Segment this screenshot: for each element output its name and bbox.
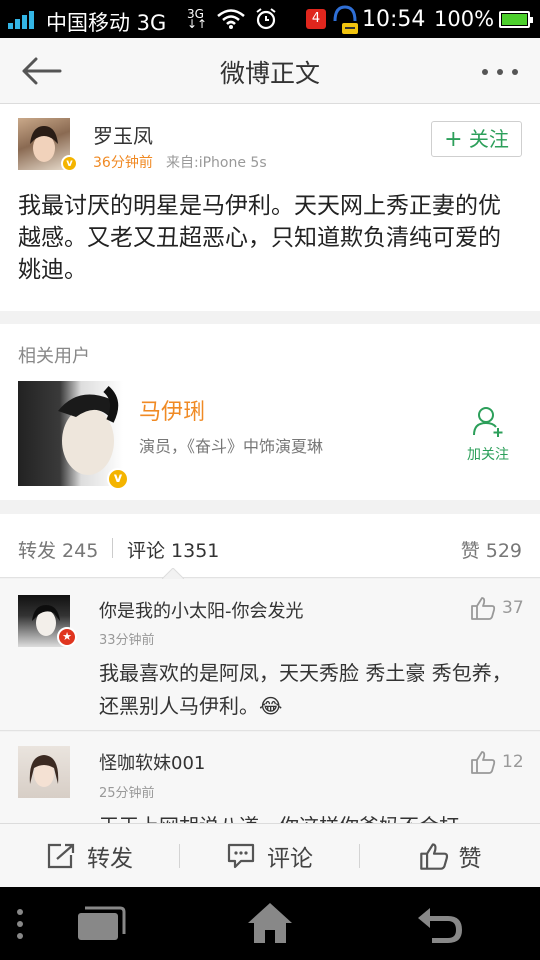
bottom-action-bar: 转发 评论 赞 <box>0 823 540 887</box>
alarm-icon <box>256 8 276 30</box>
tab-likes[interactable]: 赞 529 <box>461 536 522 563</box>
post-source: 来自:iPhone 5s <box>166 155 267 171</box>
home-icon[interactable] <box>246 901 294 945</box>
comment-text: 天天上网胡说八道，你这样你爸妈不会打 <box>99 810 517 823</box>
thumbs-up-icon <box>419 843 448 870</box>
add-follow-label: 加关注 <box>467 447 509 463</box>
battery-icon <box>499 11 533 28</box>
page-title: 微博正文 <box>219 59 320 88</box>
comment-item: 怪咖软妹001 25分钟前 12 天天上网胡说八道，你这样你爸妈不会打 <box>0 732 540 823</box>
related-verified-badge-icon: v <box>107 468 129 490</box>
tab-repost[interactable]: 转发 245 <box>18 536 98 563</box>
comment-text: 我最喜欢的是阿凤，天天秀脸 秀土豪 秀包养，还黑别人马伊利。😂 <box>99 661 512 718</box>
battery-percent: 100% <box>434 7 495 31</box>
stats-tabs: 转发 245 评论 1351 赞 529 <box>0 514 540 579</box>
back-icon[interactable] <box>414 904 464 944</box>
wifi-icon <box>217 9 245 29</box>
menu-icon[interactable] <box>14 907 26 941</box>
comment-like-button[interactable]: 12 <box>470 749 524 775</box>
status-bar: 中国移动 3G 3G ↓↑ 4 10:54 100% <box>0 0 540 38</box>
plus-icon: + <box>444 127 463 152</box>
member-badge-icon: ★ <box>57 627 77 647</box>
recent-apps-icon[interactable] <box>76 904 126 942</box>
notification-badge: 4 <box>306 9 326 29</box>
tab-divider <box>112 538 113 558</box>
section-title: 相关用户 <box>18 346 90 367</box>
add-follow-button[interactable]: 加关注 <box>460 404 516 464</box>
signal-strength-icon <box>8 9 40 29</box>
comment-icon <box>227 843 255 869</box>
comment-time: 25分钟前 <box>99 786 155 801</box>
comment-time: 33分钟前 <box>99 633 155 648</box>
related-user-description: 演员，《奋斗》中饰演夏琳 <box>139 437 324 456</box>
system-nav-bar <box>0 887 540 960</box>
comment-item: ★ 你是我的小太阳-你会发光 33分钟前 37 我最喜欢的是阿凤，天天秀脸 秀土… <box>0 579 540 731</box>
related-user-avatar[interactable] <box>18 381 123 486</box>
repost-icon <box>47 843 75 869</box>
active-tab-indicator <box>162 568 184 579</box>
comment-button[interactable]: 评论 <box>180 824 360 888</box>
comment-like-count: 12 <box>502 752 524 772</box>
comment-like-count: 37 <box>502 598 524 618</box>
clock: 10:54 <box>362 7 426 32</box>
tab-comments[interactable]: 评论 1351 <box>127 536 219 563</box>
post-text: 我最讨厌的明星是马伊利。天天网上秀正妻的优越感。又老又丑超恶心，只知道欺负清纯可… <box>18 193 501 283</box>
add-user-icon <box>473 407 503 437</box>
title-bar: 微博正文 <box>0 38 540 104</box>
commenter-name[interactable]: 你是我的小太阳-你会发光 <box>99 597 304 623</box>
comment-like-button[interactable]: 37 <box>470 595 524 621</box>
related-users-card: 相关用户 v 马伊琍 演员，《奋斗》中饰演夏琳 加关注 <box>0 324 540 500</box>
carrier-label: 中国移动 3G <box>46 11 167 35</box>
repost-button[interactable]: 转发 <box>0 824 180 888</box>
more-options-icon[interactable] <box>481 68 519 76</box>
network-3g-icon: 3G ↓↑ <box>187 7 208 31</box>
related-user-name[interactable]: 马伊琍 <box>139 394 205 426</box>
verified-badge-icon: v <box>61 155 78 172</box>
author-name[interactable]: 罗玉凤 <box>93 120 153 149</box>
thumbs-up-icon <box>471 751 496 774</box>
like-button[interactable]: 赞 <box>360 824 540 888</box>
post-time: 36分钟前 <box>93 155 153 171</box>
message-service-icon <box>333 5 358 34</box>
thumbs-up-icon <box>471 597 496 620</box>
follow-button[interactable]: + 关注 <box>431 121 522 157</box>
commenter-name[interactable]: 怪咖软妹001 <box>99 749 205 775</box>
commenter-avatar[interactable] <box>18 746 70 798</box>
